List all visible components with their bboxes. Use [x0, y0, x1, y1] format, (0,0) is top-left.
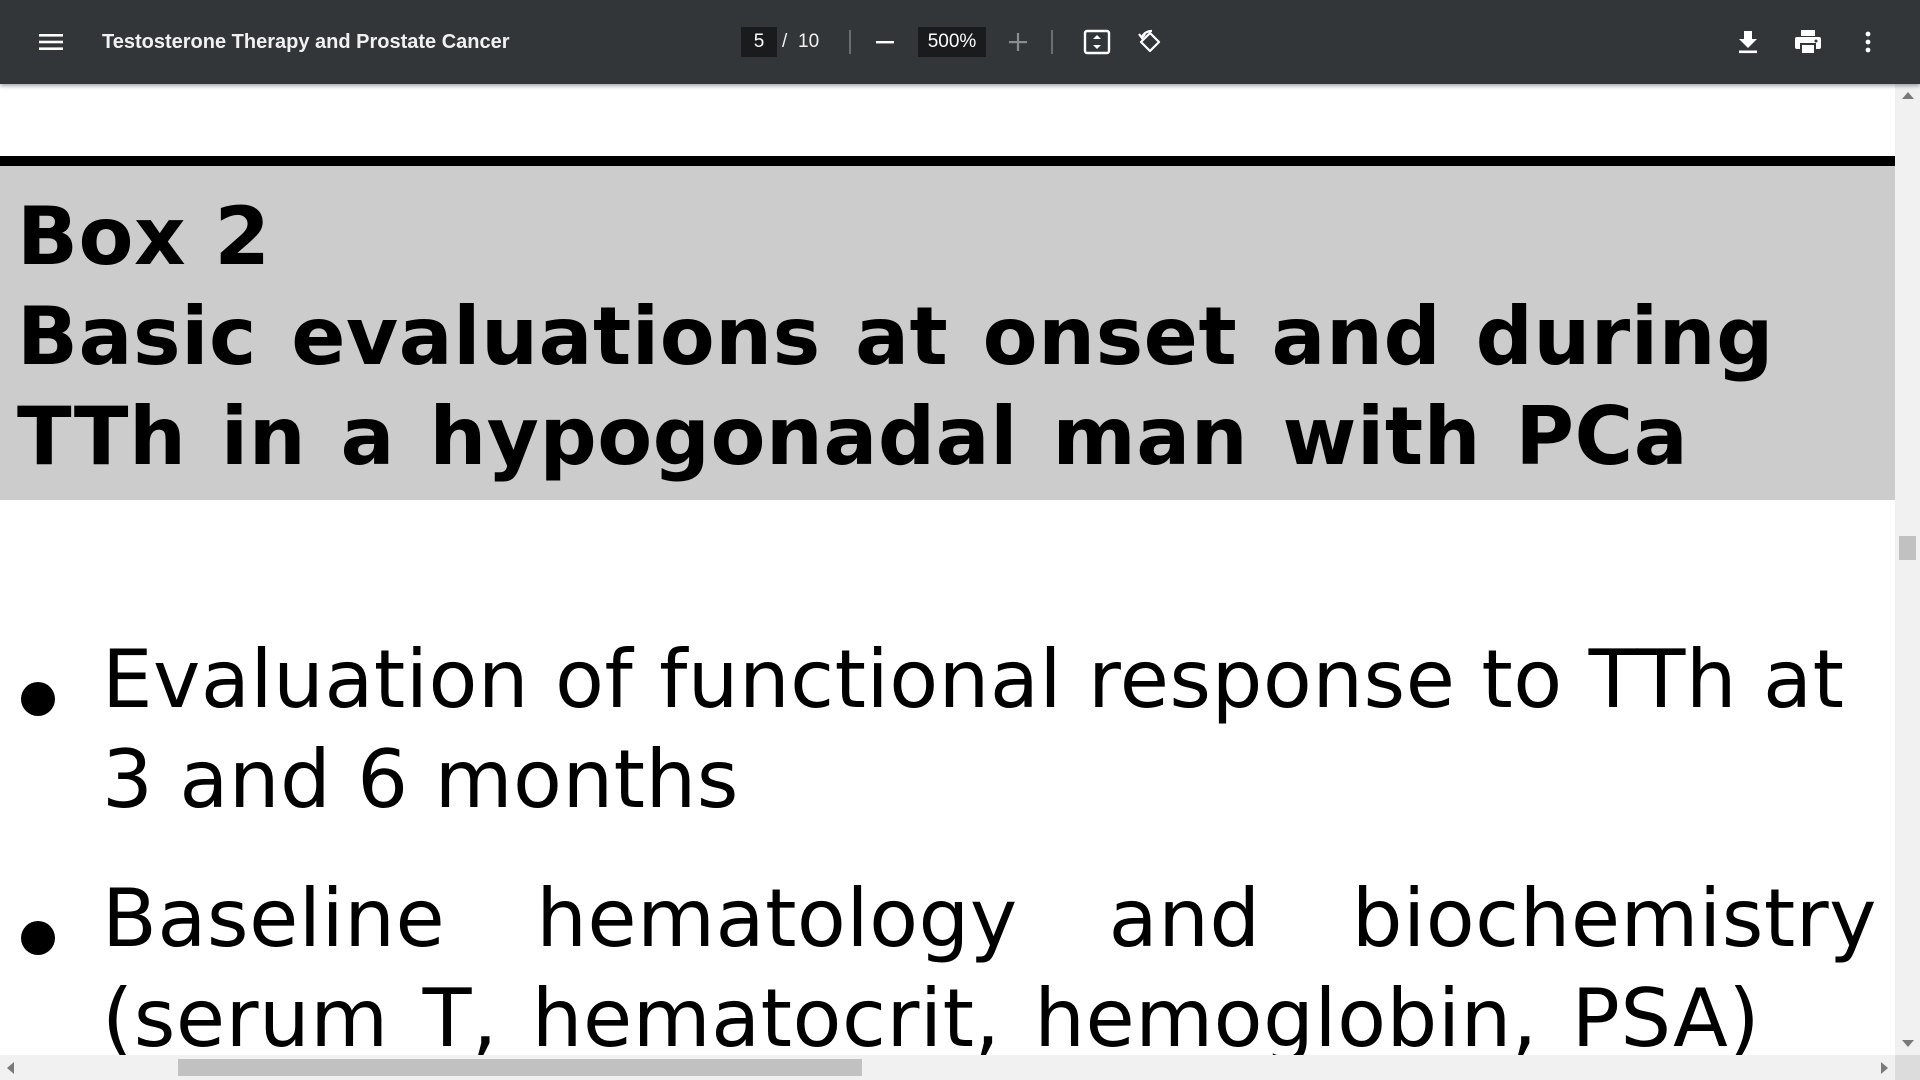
vertical-scrollbar[interactable]	[1895, 84, 1920, 1055]
fit-to-page-button[interactable]	[1073, 18, 1121, 66]
rotate-button[interactable]	[1126, 18, 1174, 66]
zoom-in-button[interactable]	[994, 18, 1042, 66]
pdf-viewer: Testosterone Therapy and Prostate Cancer…	[0, 0, 1920, 1080]
hamburger-menu-icon	[39, 34, 63, 50]
scroll-up-arrow-icon[interactable]	[1902, 92, 1914, 99]
viewer-toolbar: Testosterone Therapy and Prostate Cancer…	[0, 0, 1920, 84]
rotate-counterclockwise-icon	[1138, 29, 1161, 53]
box-label: Box 2	[17, 190, 271, 283]
box-top-rule	[0, 156, 1895, 166]
box-title: Basic evaluations at onset and during TT…	[17, 290, 1774, 483]
total-pages: 10	[798, 31, 820, 52]
scroll-left-arrow-icon[interactable]	[7, 1062, 14, 1074]
toolbar-divider	[1051, 30, 1053, 54]
print-button[interactable]	[1784, 18, 1832, 66]
scroll-down-arrow-icon[interactable]	[1902, 1040, 1914, 1047]
minus-icon	[876, 41, 894, 44]
pdf-page: Box 2 Basic evaluations at onset and dur…	[0, 84, 1895, 1055]
scrollbar-corner	[1895, 1055, 1920, 1080]
bullet-text: Evaluation of functional response to TTh…	[102, 633, 1845, 826]
bullet-text: Baseline hematology and biochemistry (se…	[102, 872, 1877, 1055]
more-actions-button[interactable]	[1844, 18, 1892, 66]
zoom-level-input[interactable]	[918, 27, 986, 57]
page-separator: /	[782, 31, 788, 52]
download-button[interactable]	[1724, 18, 1772, 66]
toolbar-divider	[849, 30, 851, 54]
page-number-input[interactable]	[741, 27, 777, 57]
plus-icon	[1009, 33, 1027, 51]
vertical-scrollbar-thumb[interactable]	[1899, 536, 1916, 560]
more-vertical-icon	[1865, 31, 1871, 53]
bullet-icon	[21, 682, 55, 716]
horizontal-scrollbar[interactable]	[0, 1055, 1895, 1080]
zoom-out-button[interactable]	[861, 18, 909, 66]
bullet-icon	[21, 921, 55, 955]
print-icon	[1795, 30, 1821, 55]
fit-to-page-icon	[1083, 29, 1111, 55]
horizontal-scrollbar-thumb[interactable]	[178, 1059, 862, 1076]
download-icon	[1739, 31, 1757, 54]
document-title: Testosterone Therapy and Prostate Cancer	[102, 31, 510, 53]
menu-button[interactable]	[27, 18, 75, 66]
scroll-right-arrow-icon[interactable]	[1881, 1062, 1888, 1074]
